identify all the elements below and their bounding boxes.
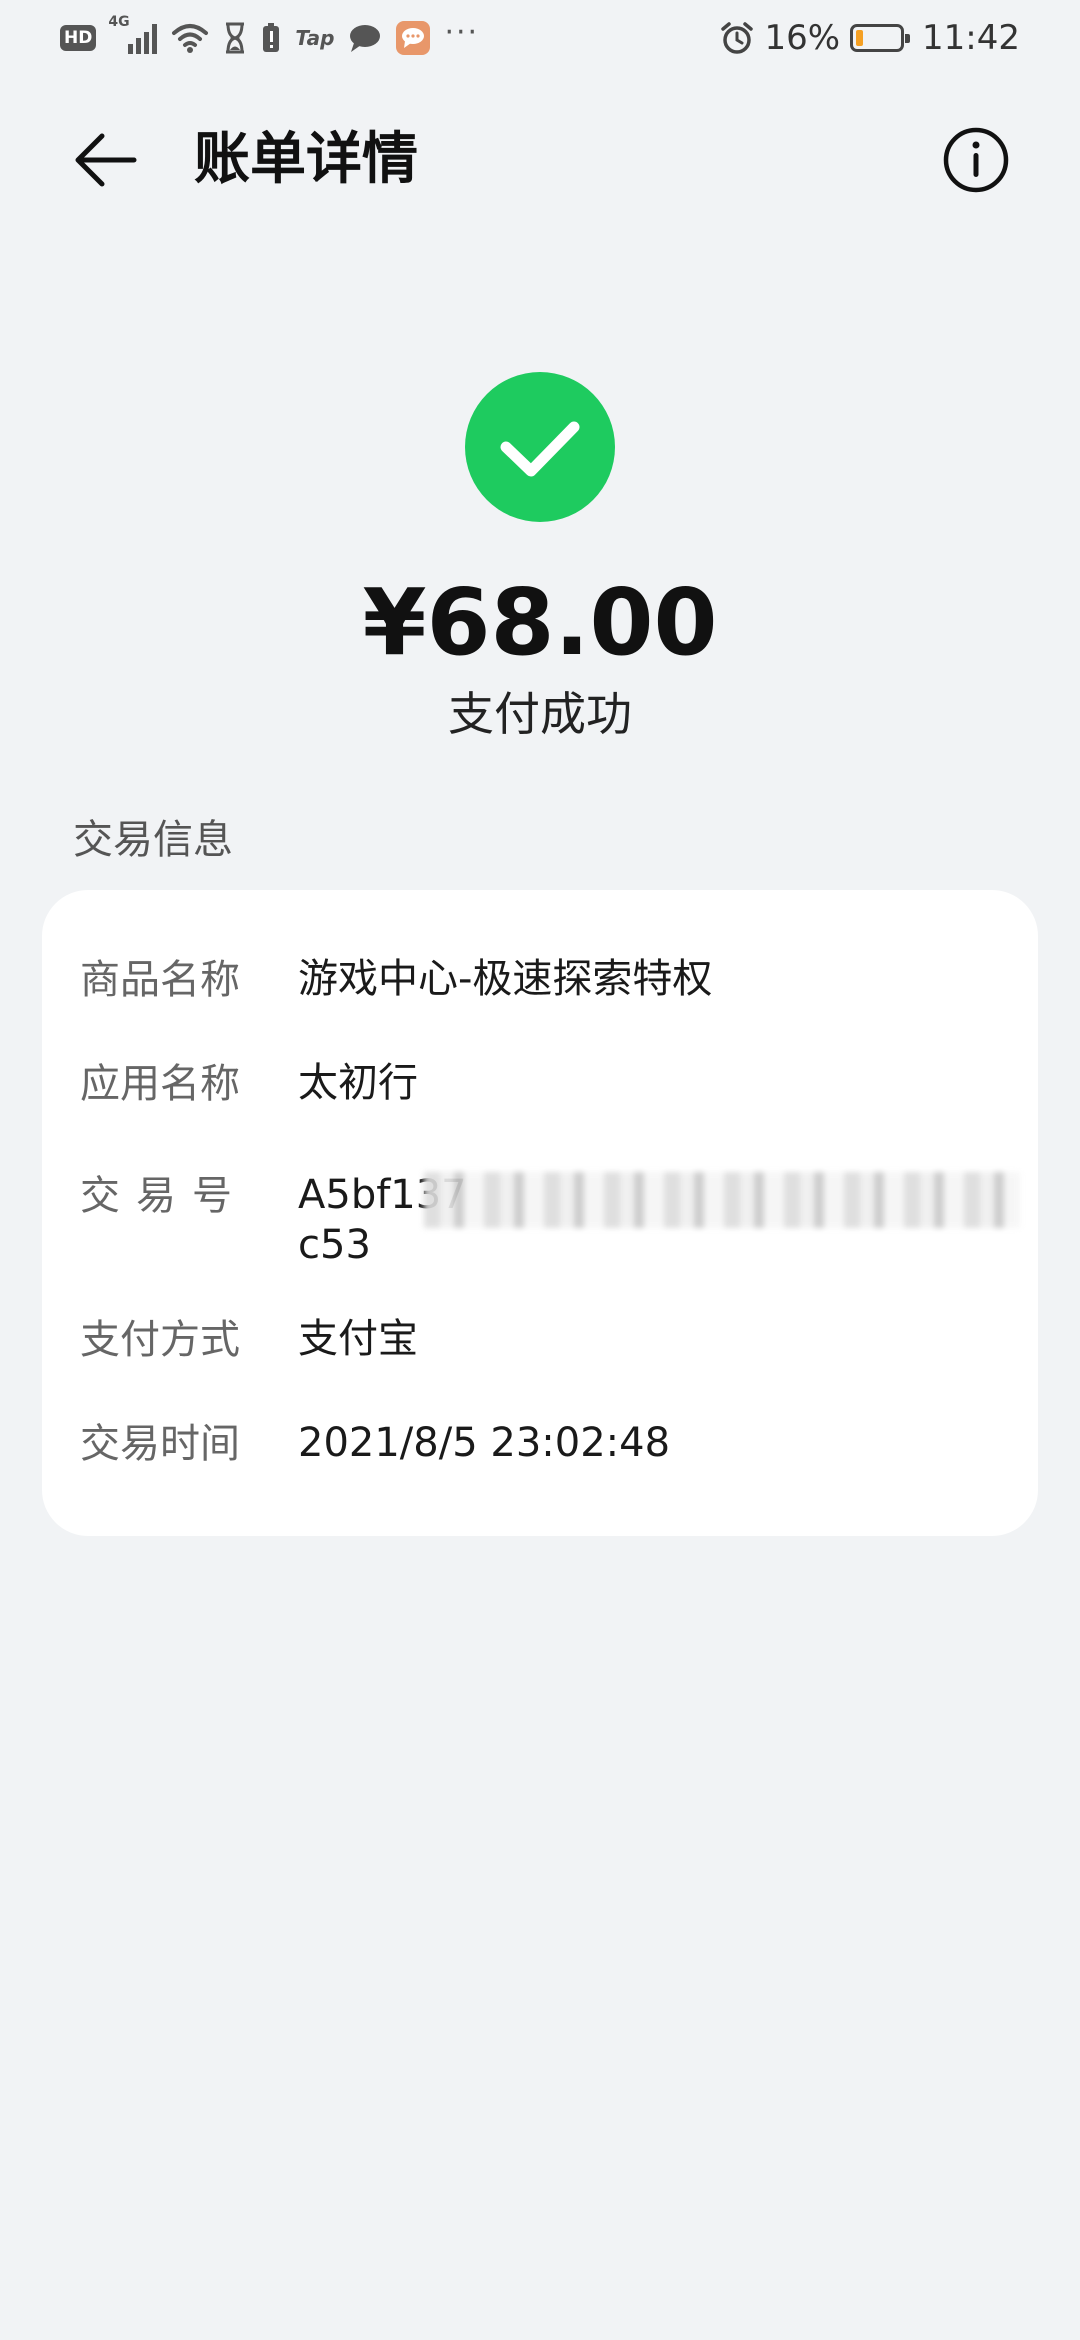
row-label: 交易号 [80, 1173, 248, 1219]
status-bar-left: HD 4G Tap ··· [60, 14, 480, 58]
payment-status: 支付成功 [448, 687, 632, 741]
signal-icon: 4G [108, 14, 158, 54]
row-value: 游戏中心-极速探索特权 [298, 956, 713, 1002]
transaction-info-card: 商品名称 游戏中心-极速探索特权 应用名称 太初行 交易号 A5bf137 c5… [42, 890, 1038, 1536]
payment-amount: ¥68.00 [362, 569, 718, 676]
wifi-icon [172, 24, 209, 53]
row-product-name: 商品名称 游戏中心-极速探索特权 [80, 954, 1000, 1006]
transaction-id-value: A5bf137 c53 [298, 1170, 1020, 1270]
clock: 11:42 [922, 18, 1020, 58]
app-bar: 账单详情 [0, 100, 1080, 220]
back-arrow-icon[interactable] [72, 126, 140, 194]
more-notifications-icon: ··· [444, 15, 480, 50]
chat-bubble-icon [350, 25, 381, 52]
alarm-icon [721, 22, 754, 54]
status-bar-right: 16% 11:42 [720, 18, 1020, 58]
row-transaction-time: 交易时间 2021/8/5 23:02:48 [80, 1418, 1000, 1470]
row-label: 商品名称 [80, 957, 240, 1003]
row-label: 应用名称 [80, 1061, 240, 1107]
status-bar: HD 4G Tap ··· 16% 11:42 [0, 0, 1080, 76]
battery-icon [850, 24, 911, 52]
hourglass-icon [226, 22, 245, 54]
row-transaction-id: 交易号 A5bf137 c53 [80, 1170, 1020, 1270]
network-type: 4G [108, 14, 130, 30]
tap-icon: Tap [295, 26, 335, 50]
success-check-icon [465, 372, 615, 522]
checkmark-icon [500, 421, 580, 477]
row-app-name: 应用名称 太初行 [80, 1058, 1000, 1110]
battery-alert-icon [263, 23, 280, 52]
battery-level-fill [856, 30, 863, 46]
row-value: 2021/8/5 23:02:48 [298, 1420, 671, 1466]
row-payment-method: 支付方式 支付宝 [80, 1314, 1000, 1366]
battery-percent: 16% [764, 18, 841, 58]
section-title-transaction-info: 交易信息 [73, 817, 233, 863]
row-value: 太初行 [298, 1060, 418, 1106]
info-icon[interactable] [942, 126, 1010, 194]
row-label: 交易时间 [80, 1421, 240, 1467]
message-app-icon [396, 21, 431, 55]
row-value: 支付宝 [298, 1316, 418, 1362]
hd-badge: HD [60, 25, 97, 51]
page-title: 账单详情 [194, 127, 418, 192]
redaction-mask [424, 1172, 1020, 1228]
row-label: 支付方式 [80, 1317, 240, 1363]
